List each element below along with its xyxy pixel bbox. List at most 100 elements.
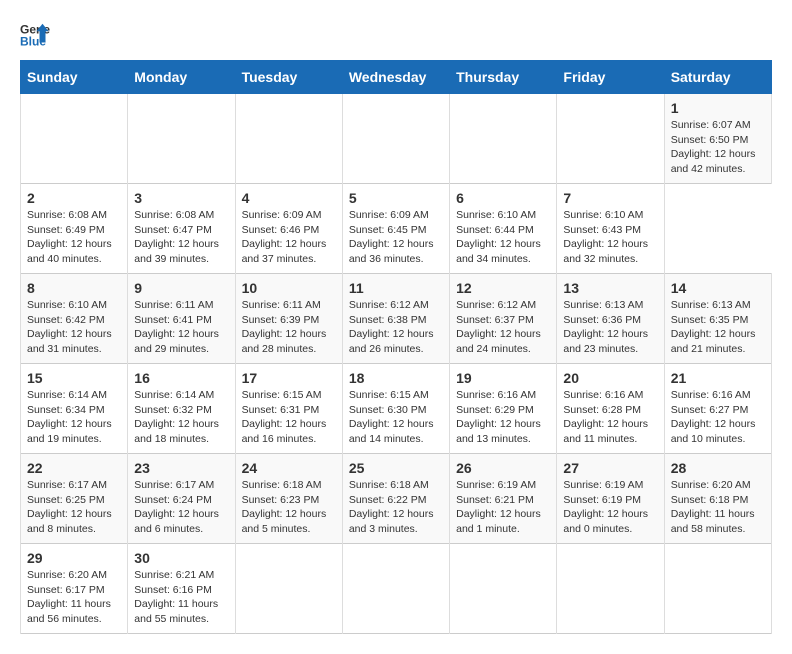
day-number: 14 (671, 280, 765, 296)
sunrise-label: Sunrise: 6:15 AM (349, 389, 429, 401)
sunrise-label: Sunrise: 6:14 AM (134, 389, 214, 401)
daylight-label: Daylight: 12 hours and 32 minutes. (563, 238, 648, 265)
day-number: 18 (349, 370, 443, 386)
day-number: 8 (27, 280, 121, 296)
day-number: 15 (27, 370, 121, 386)
sunset-label: Sunset: 6:16 PM (134, 584, 212, 596)
day-number: 13 (563, 280, 657, 296)
day-number: 19 (456, 370, 550, 386)
sunrise-label: Sunrise: 6:18 AM (242, 479, 322, 491)
calendar-cell (450, 94, 557, 184)
daylight-label: Daylight: 12 hours and 8 minutes. (27, 508, 112, 535)
sunset-label: Sunset: 6:39 PM (242, 314, 320, 326)
calendar-cell: 14 Sunrise: 6:13 AM Sunset: 6:35 PM Dayl… (664, 274, 771, 364)
sunrise-label: Sunrise: 6:11 AM (242, 299, 321, 311)
day-number: 10 (242, 280, 336, 296)
day-info: Sunrise: 6:13 AM Sunset: 6:35 PM Dayligh… (671, 298, 765, 357)
sunset-label: Sunset: 6:38 PM (349, 314, 427, 326)
daylight-label: Daylight: 12 hours and 28 minutes. (242, 328, 327, 355)
day-info: Sunrise: 6:19 AM Sunset: 6:19 PM Dayligh… (563, 478, 657, 537)
day-number: 24 (242, 460, 336, 476)
day-info: Sunrise: 6:08 AM Sunset: 6:49 PM Dayligh… (27, 208, 121, 267)
sunrise-label: Sunrise: 6:12 AM (456, 299, 536, 311)
calendar-cell (342, 94, 449, 184)
day-number: 26 (456, 460, 550, 476)
calendar-cell (557, 544, 664, 634)
calendar-week-row: 1 Sunrise: 6:07 AM Sunset: 6:50 PM Dayli… (21, 94, 772, 184)
day-info: Sunrise: 6:18 AM Sunset: 6:23 PM Dayligh… (242, 478, 336, 537)
day-info: Sunrise: 6:15 AM Sunset: 6:30 PM Dayligh… (349, 388, 443, 447)
calendar-cell: 13 Sunrise: 6:13 AM Sunset: 6:36 PM Dayl… (557, 274, 664, 364)
calendar-cell: 23 Sunrise: 6:17 AM Sunset: 6:24 PM Dayl… (128, 454, 235, 544)
calendar-cell: 18 Sunrise: 6:15 AM Sunset: 6:30 PM Dayl… (342, 364, 449, 454)
sunset-label: Sunset: 6:32 PM (134, 404, 212, 416)
calendar-cell: 26 Sunrise: 6:19 AM Sunset: 6:21 PM Dayl… (450, 454, 557, 544)
day-number: 29 (27, 550, 121, 566)
day-info: Sunrise: 6:14 AM Sunset: 6:34 PM Dayligh… (27, 388, 121, 447)
sunset-label: Sunset: 6:36 PM (563, 314, 641, 326)
sunrise-label: Sunrise: 6:20 AM (671, 479, 751, 491)
calendar-cell (557, 94, 664, 184)
day-number: 17 (242, 370, 336, 386)
daylight-label: Daylight: 11 hours and 58 minutes. (671, 508, 755, 535)
sunset-label: Sunset: 6:41 PM (134, 314, 212, 326)
header-thursday: Thursday (450, 61, 557, 94)
day-info: Sunrise: 6:18 AM Sunset: 6:22 PM Dayligh… (349, 478, 443, 537)
header-sunday: Sunday (21, 61, 128, 94)
sunset-label: Sunset: 6:25 PM (27, 494, 105, 506)
daylight-label: Daylight: 12 hours and 19 minutes. (27, 418, 112, 445)
day-number: 9 (134, 280, 228, 296)
header-tuesday: Tuesday (235, 61, 342, 94)
calendar-cell: 2 Sunrise: 6:08 AM Sunset: 6:49 PM Dayli… (21, 184, 128, 274)
daylight-label: Daylight: 12 hours and 16 minutes. (242, 418, 327, 445)
daylight-label: Daylight: 12 hours and 29 minutes. (134, 328, 219, 355)
daylight-label: Daylight: 12 hours and 42 minutes. (671, 148, 756, 175)
calendar-week-row: 29 Sunrise: 6:20 AM Sunset: 6:17 PM Dayl… (21, 544, 772, 634)
day-info: Sunrise: 6:20 AM Sunset: 6:17 PM Dayligh… (27, 568, 121, 627)
sunset-label: Sunset: 6:30 PM (349, 404, 427, 416)
header: General Blue (20, 20, 772, 50)
day-info: Sunrise: 6:17 AM Sunset: 6:24 PM Dayligh… (134, 478, 228, 537)
day-number: 16 (134, 370, 228, 386)
calendar-cell: 11 Sunrise: 6:12 AM Sunset: 6:38 PM Dayl… (342, 274, 449, 364)
daylight-label: Daylight: 12 hours and 39 minutes. (134, 238, 219, 265)
sunset-label: Sunset: 6:17 PM (27, 584, 105, 596)
sunrise-label: Sunrise: 6:10 AM (456, 209, 536, 221)
sunrise-label: Sunrise: 6:08 AM (27, 209, 107, 221)
daylight-label: Daylight: 12 hours and 37 minutes. (242, 238, 327, 265)
sunrise-label: Sunrise: 6:16 AM (671, 389, 751, 401)
daylight-label: Daylight: 12 hours and 5 minutes. (242, 508, 327, 535)
calendar-cell: 19 Sunrise: 6:16 AM Sunset: 6:29 PM Dayl… (450, 364, 557, 454)
header-wednesday: Wednesday (342, 61, 449, 94)
day-info: Sunrise: 6:15 AM Sunset: 6:31 PM Dayligh… (242, 388, 336, 447)
sunrise-label: Sunrise: 6:19 AM (456, 479, 536, 491)
sunset-label: Sunset: 6:21 PM (456, 494, 534, 506)
day-number: 21 (671, 370, 765, 386)
sunset-label: Sunset: 6:29 PM (456, 404, 534, 416)
day-info: Sunrise: 6:09 AM Sunset: 6:46 PM Dayligh… (242, 208, 336, 267)
day-number: 30 (134, 550, 228, 566)
day-info: Sunrise: 6:11 AM Sunset: 6:39 PM Dayligh… (242, 298, 336, 357)
sunrise-label: Sunrise: 6:09 AM (349, 209, 429, 221)
calendar-cell (235, 544, 342, 634)
daylight-label: Daylight: 12 hours and 34 minutes. (456, 238, 541, 265)
calendar-cell: 9 Sunrise: 6:11 AM Sunset: 6:41 PM Dayli… (128, 274, 235, 364)
day-info: Sunrise: 6:07 AM Sunset: 6:50 PM Dayligh… (671, 118, 765, 177)
sunrise-label: Sunrise: 6:10 AM (563, 209, 643, 221)
calendar-cell: 6 Sunrise: 6:10 AM Sunset: 6:44 PM Dayli… (450, 184, 557, 274)
day-info: Sunrise: 6:14 AM Sunset: 6:32 PM Dayligh… (134, 388, 228, 447)
day-number: 11 (349, 280, 443, 296)
sunset-label: Sunset: 6:18 PM (671, 494, 749, 506)
calendar-cell: 25 Sunrise: 6:18 AM Sunset: 6:22 PM Dayl… (342, 454, 449, 544)
sunrise-label: Sunrise: 6:10 AM (27, 299, 107, 311)
sunrise-label: Sunrise: 6:11 AM (134, 299, 213, 311)
daylight-label: Daylight: 12 hours and 3 minutes. (349, 508, 434, 535)
sunset-label: Sunset: 6:35 PM (671, 314, 749, 326)
sunset-label: Sunset: 6:23 PM (242, 494, 320, 506)
day-number: 20 (563, 370, 657, 386)
daylight-label: Daylight: 12 hours and 0 minutes. (563, 508, 648, 535)
day-number: 7 (563, 190, 657, 206)
sunset-label: Sunset: 6:49 PM (27, 224, 105, 236)
day-number: 2 (27, 190, 121, 206)
calendar-week-row: 8 Sunrise: 6:10 AM Sunset: 6:42 PM Dayli… (21, 274, 772, 364)
